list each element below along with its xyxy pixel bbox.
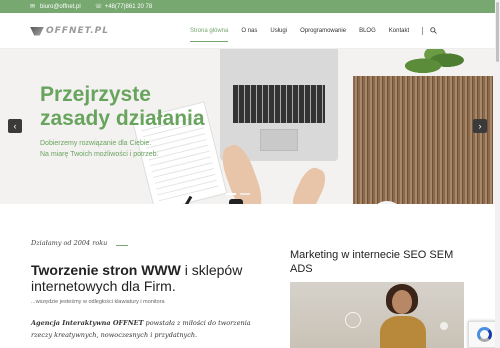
slider-dots xyxy=(226,193,254,195)
nav-separator xyxy=(422,27,424,35)
logo[interactable]: OFFNET.PL xyxy=(30,25,109,37)
logo-text: OFFNET.PL xyxy=(46,26,109,36)
topbar-phone[interactable]: ☏ +48(77)861 20 78 xyxy=(94,3,153,11)
hero-slider: Przejrzyste zasady działania Dobierzemy … xyxy=(0,49,500,204)
slider-dot[interactable] xyxy=(240,193,250,195)
envelope-icon: ✉ xyxy=(30,4,36,10)
plant-image xyxy=(405,49,465,77)
hero-subtitle-line-1: Dobierzemy rozwiązanie dla Ciebie. xyxy=(40,140,152,147)
nav-item-software[interactable]: Oprogramowanie xyxy=(300,13,346,49)
nav-item-blog[interactable]: BLOG xyxy=(359,13,376,49)
page: ✉ biuro@offnet.pl ☏ +48(77)861 20 78 OFF… xyxy=(0,0,500,348)
slider-prev-button[interactable]: ‹ xyxy=(8,119,22,133)
nav-item-contact[interactable]: Kontakt xyxy=(389,13,409,49)
hero-subtitle: Dobierzemy rozwiązanie dla Ciebie. Na mi… xyxy=(40,138,200,160)
intro-title: Tworzenie stron WWW i sklepów internetow… xyxy=(31,262,271,294)
marketing-photo[interactable] xyxy=(290,282,464,348)
arm-image xyxy=(287,164,331,204)
nav-item-about[interactable]: O nas xyxy=(241,13,257,49)
nav-item-home[interactable]: Strona główna xyxy=(190,13,229,49)
logo-mark-icon xyxy=(30,26,44,36)
nav-item-services[interactable]: Usługi xyxy=(270,13,287,49)
hero-title: Przejrzyste zasady działania xyxy=(40,83,240,131)
search-icon[interactable] xyxy=(430,26,437,36)
topbar-email[interactable]: ✉ biuro@offnet.pl xyxy=(30,3,81,11)
intro-title-bold: Tworzenie stron WWW xyxy=(31,262,181,278)
top-contact-bar: ✉ biuro@offnet.pl ☏ +48(77)861 20 78 xyxy=(0,0,500,13)
email-text: biuro@offnet.pl xyxy=(40,3,81,10)
main-nav: Strona główna O nas Usługi Oprogramowani… xyxy=(190,13,437,49)
site-header: OFFNET.PL Strona główna O nas Usługi Opr… xyxy=(0,13,500,49)
accent-divider xyxy=(116,245,128,246)
phone-text: +48(77)861 20 78 xyxy=(104,3,153,10)
since-text: Działamy od 2004 roku xyxy=(31,239,108,247)
scrollbar-thumb[interactable] xyxy=(496,2,499,62)
hero-subtitle-line-2: Na miarę Twoich możliwości i potrzeb. xyxy=(40,151,159,158)
rug-image xyxy=(353,76,493,204)
hero-title-line-1: Przejrzyste xyxy=(40,83,151,106)
intro-description: Agencja Interaktywna OFFNET powstała z m… xyxy=(31,317,271,341)
marketing-heading[interactable]: Marketing w internecie SEO SEM ADS xyxy=(290,248,460,276)
slider-next-button[interactable]: › xyxy=(473,119,487,133)
slider-dot[interactable] xyxy=(226,193,236,195)
hero-title-line-2: zasady działania xyxy=(40,107,205,130)
phone-icon: ☏ xyxy=(94,4,103,10)
watch-image xyxy=(229,199,243,204)
recaptcha-icon xyxy=(476,327,492,342)
scrollbar[interactable] xyxy=(495,0,500,348)
intro-tagline: ...wszędzie jesteśmy w odległości klawia… xyxy=(31,299,165,305)
intro-desc-bold: Agencja Interaktywna OFFNET xyxy=(31,319,144,327)
